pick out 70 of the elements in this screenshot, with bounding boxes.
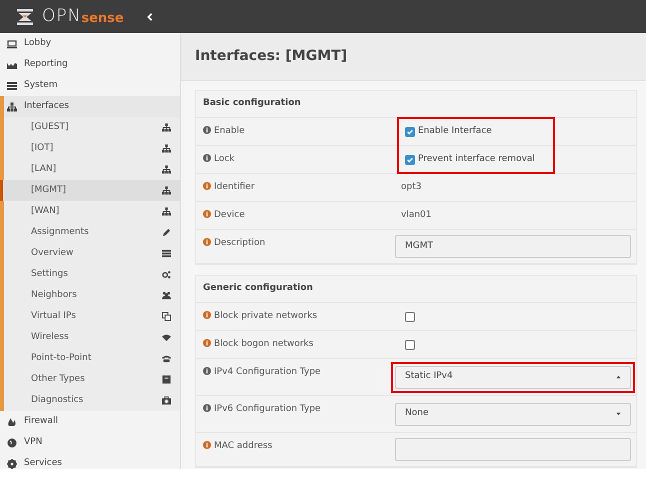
sitemap-icon [162, 144, 171, 153]
users-icon [162, 291, 171, 300]
sidebar-subitem[interactable]: Overview [4, 243, 180, 264]
section-title: Generic configuration [196, 276, 636, 303]
list-icon [7, 80, 17, 90]
fire-icon [7, 416, 17, 426]
sidebar-subitem[interactable]: [WAN] [4, 201, 180, 222]
sidebar-subitem[interactable]: Virtual IPs [4, 306, 180, 327]
sidebar-subitem[interactable]: Point-to-Point [4, 348, 180, 369]
checkbox[interactable] [405, 154, 415, 164]
sidebar-item[interactable]: VPN [0, 432, 180, 453]
field-label: Device [214, 209, 245, 222]
sidebar-item[interactable]: System [0, 75, 180, 96]
checkbox-label: Prevent interface removal [418, 152, 535, 166]
sitemap-icon [7, 102, 17, 112]
toolbox-icon [162, 396, 171, 405]
input-field[interactable]: MGMT [395, 235, 631, 258]
field-label: IPv4 Configuration Type [214, 366, 321, 379]
pencil-icon [162, 228, 171, 237]
sidebar-subitem[interactable]: [GUEST] [4, 117, 180, 138]
sidebar-subitem[interactable]: Assignments [4, 222, 180, 243]
chevron-left-icon [146, 12, 154, 22]
sidebar-subitem[interactable]: [LAN] [4, 159, 180, 180]
collapse-button[interactable] [146, 12, 154, 22]
field-label: MAC address [214, 440, 272, 453]
sitemap-icon [162, 207, 171, 216]
archive-icon [162, 375, 171, 384]
field-label: Lock [214, 153, 235, 166]
sitemap-icon [162, 186, 171, 195]
input-field[interactable] [395, 438, 631, 461]
gears-icon [162, 270, 171, 279]
checkbox[interactable] [405, 126, 415, 136]
list-icon [162, 249, 171, 258]
sidebar-subitem[interactable]: Wireless [4, 327, 180, 348]
sidebar-subitem[interactable]: Diagnostics [4, 390, 180, 411]
sidebar-subitem[interactable]: [IOT] [4, 138, 180, 159]
monitor-icon [7, 38, 17, 48]
sidebar-item[interactable]: Reporting [0, 54, 180, 75]
logo-text: OPN [42, 8, 82, 25]
sidebar-item[interactable]: Interfaces [4, 96, 180, 117]
clone-icon [162, 312, 171, 321]
checkbox[interactable] [405, 312, 415, 322]
field-label: IPv6 Configuration Type [214, 403, 321, 416]
sidebar-item[interactable]: Firewall [0, 411, 180, 432]
phone-icon [162, 354, 171, 363]
field-label: Block bogon networks [214, 338, 314, 351]
field-label: Enable [214, 125, 245, 138]
sidebar-subitem[interactable]: [MGMT] [0, 180, 180, 201]
wifi-icon [162, 333, 171, 342]
sitemap-icon [162, 123, 171, 132]
field-label: Description [214, 237, 266, 250]
field-label: Identifier [214, 181, 255, 194]
globe-icon [7, 438, 17, 448]
field-value: opt3 [401, 180, 422, 194]
page-title: Interfaces: [MGMT] [181, 33, 646, 81]
select-field[interactable]: None [395, 402, 631, 426]
sidebar-item[interactable]: Services [0, 453, 180, 469]
sitemap-icon [162, 165, 171, 174]
section-title: Basic configuration [196, 91, 636, 118]
logo-icon [14, 8, 36, 24]
logo-text: sense [81, 12, 124, 25]
sidebar-item[interactable]: Lobby [0, 33, 180, 54]
sidebar-subitem[interactable]: Other Types [4, 369, 180, 390]
field-label: Block private networks [214, 310, 318, 323]
select-field[interactable]: Static IPv4 [395, 366, 631, 388]
sidebar-subitem[interactable]: Settings [4, 264, 180, 285]
checkbox-label: Enable Interface [418, 124, 492, 138]
checkbox[interactable] [405, 340, 415, 350]
sidebar-subitem[interactable]: Neighbors [4, 285, 180, 306]
field-value: vlan01 [401, 208, 432, 222]
